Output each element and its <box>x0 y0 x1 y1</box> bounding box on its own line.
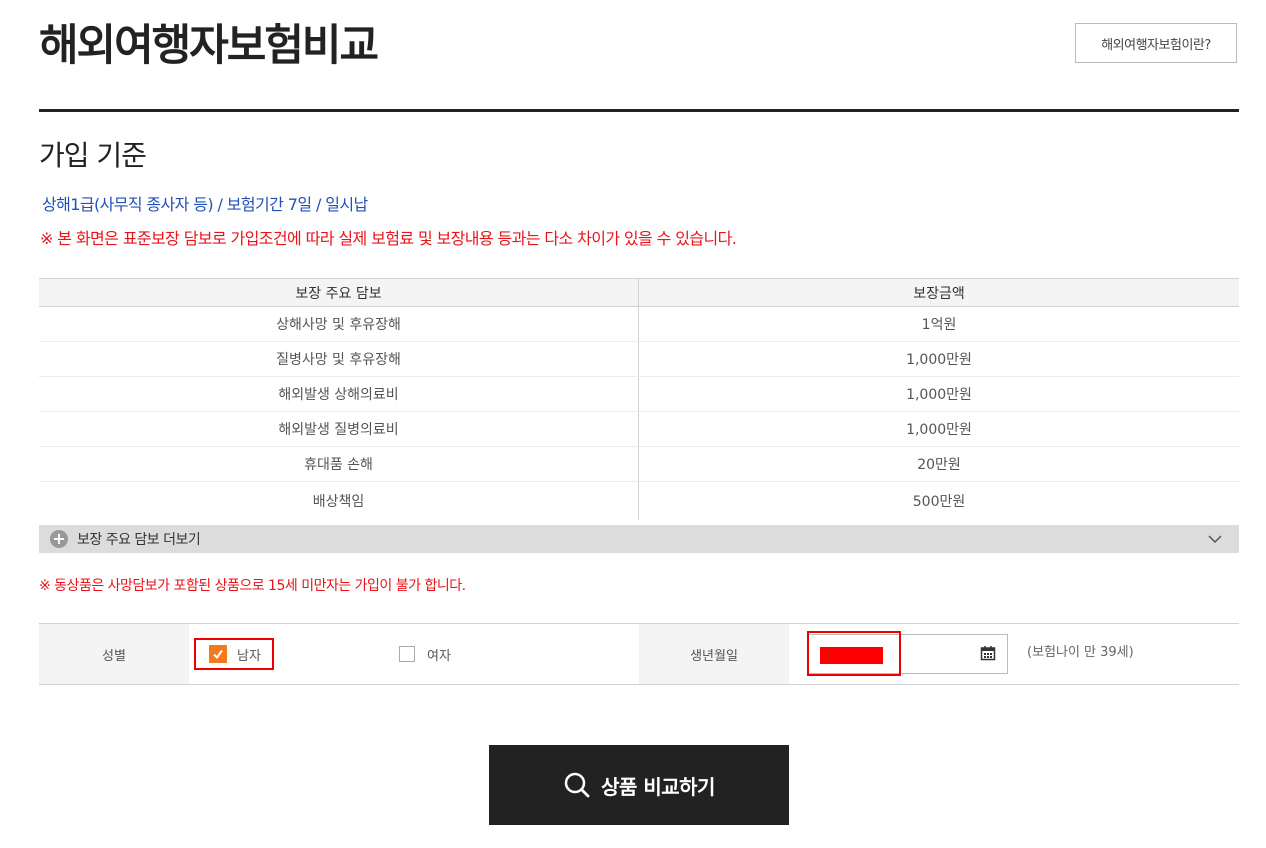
coverage-item: 해외발생 상해의료비 <box>39 376 639 412</box>
coverage-amount: 1억원 <box>638 306 1239 342</box>
insurance-age-note: (보험나이 만 39세) <box>1027 645 1134 660</box>
more-coverage-label: 보장 주요 담보 더보기 <box>77 532 201 548</box>
coverage-item: 휴대품 손해 <box>39 446 639 482</box>
coverage-amount: 500만원 <box>912 494 966 510</box>
section-title: 가입 기준 <box>39 139 147 172</box>
coverage-amount: 20만원 <box>638 446 1239 482</box>
compare-products-button[interactable]: 상품 비교하기 <box>489 745 789 825</box>
about-insurance-button[interactable]: 해외여행자보험이란? <box>1075 23 1237 63</box>
table-row: 해외발생 상해의료비 1,000만원 <box>39 376 1239 412</box>
table-row: 휴대품 손해 20만원 <box>39 446 1239 482</box>
calendar-icon[interactable] <box>980 645 996 661</box>
column-header-coverage: 보장 주요 담보 <box>39 278 639 307</box>
birthdate-label: 생년월일 <box>639 624 789 684</box>
coverage-amount: 1,000만원 <box>638 411 1239 447</box>
female-label: 여자 <box>427 648 451 664</box>
table-row: 배상책임 500만원 <box>39 481 1239 520</box>
page-title: 해외여행자보험비교 <box>39 21 379 71</box>
table-row: 상해사망 및 후유장해 1억원 <box>39 306 1239 342</box>
gender-label: 성별 <box>39 624 189 684</box>
coverage-item: 질병사망 및 후유장해 <box>39 341 639 377</box>
more-coverage-toggle[interactable]: + 보장 주요 담보 더보기 <box>39 525 1239 553</box>
criteria-subtitle: 상해1급(사무직 종사자 등) / 보험기간 7일 / 일시납 <box>42 195 368 214</box>
table-row: 해외발생 질병의료비 1,000만원 <box>39 411 1239 447</box>
coverage-item: 배상책임 <box>39 481 639 520</box>
male-checkbox[interactable] <box>209 645 227 663</box>
applicant-form: 성별 남자 여자 생년월일 (보험나이 만 39세) <box>39 623 1239 685</box>
table-row: 질병사망 및 후유장해 1,000만원 <box>39 341 1239 377</box>
gender-option-male[interactable]: 남자 <box>194 638 274 670</box>
title-divider <box>39 109 1239 112</box>
table-header-row: 보장 주요 담보 보장금액 <box>39 278 1239 307</box>
redacted-birthdate <box>820 647 883 664</box>
check-icon <box>213 649 223 660</box>
female-checkbox[interactable] <box>399 646 415 662</box>
compare-button-label: 상품 비교하기 <box>601 774 715 799</box>
coverage-item: 상해사망 및 후유장해 <box>39 306 639 342</box>
notice-text: ※ 본 화면은 표준보장 담보로 가입조건에 따라 실제 보험료 및 보장내용 … <box>40 229 737 248</box>
coverage-amount: 1,000만원 <box>638 376 1239 412</box>
coverage-item: 해외발생 질병의료비 <box>39 411 639 447</box>
gender-option-female[interactable]: 여자 <box>399 638 451 670</box>
chevron-down-icon <box>1208 535 1222 544</box>
age-warning-text: ※ 동상품은 사망담보가 포함된 상품으로 15세 미만자는 가입이 불가 합니… <box>39 578 466 594</box>
column-header-amount: 보장금액 <box>638 278 1239 307</box>
page: 해외여행자보험비교 해외여행자보험이란? 가입 기준 상해1급(사무직 종사자 … <box>0 0 1266 848</box>
coverage-amount: 1,000만원 <box>638 341 1239 377</box>
plus-circle-icon: + <box>50 530 68 548</box>
male-label: 남자 <box>237 648 261 664</box>
coverage-table: 보장 주요 담보 보장금액 상해사망 및 후유장해 1억원 질병사망 및 후유장… <box>39 278 1239 520</box>
search-icon <box>564 772 590 798</box>
